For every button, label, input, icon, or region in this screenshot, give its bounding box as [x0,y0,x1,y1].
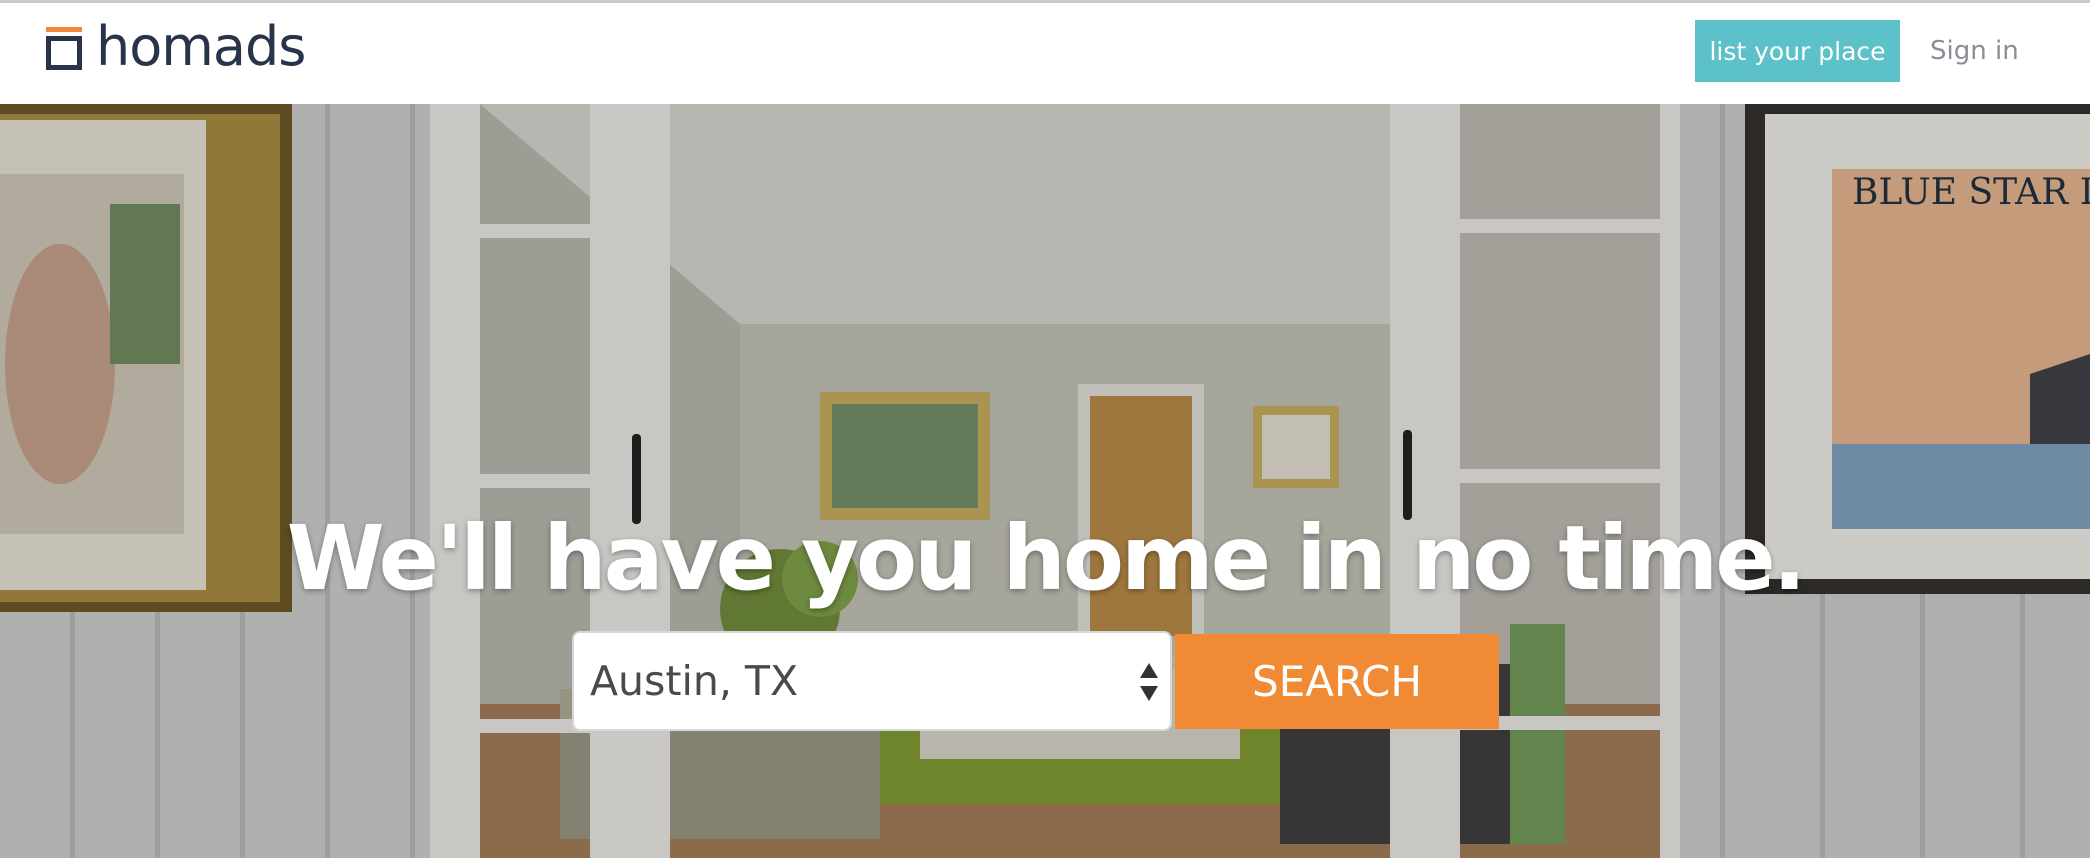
hero-headline: We'll have you home in no time. [286,506,1807,610]
search-form: Austin, TX SEARCH [572,631,1499,731]
navbar: homads list your place Sign in [0,3,2090,104]
brand-logo-link[interactable]: homads [44,15,306,78]
hero-overlay [0,104,2090,858]
location-select[interactable]: Austin, TX [572,631,1172,731]
list-your-place-button[interactable]: list your place [1695,20,1900,82]
hero-section: BLUE STAR L We'll have you home in no ti… [0,104,2090,858]
select-arrows-icon [1140,663,1158,701]
search-button[interactable]: SEARCH [1175,634,1499,729]
logo-mark-icon [44,25,84,70]
brand-name: homads [96,15,306,78]
sign-in-link[interactable]: Sign in [1930,36,2019,66]
location-value: Austin, TX [590,657,799,705]
